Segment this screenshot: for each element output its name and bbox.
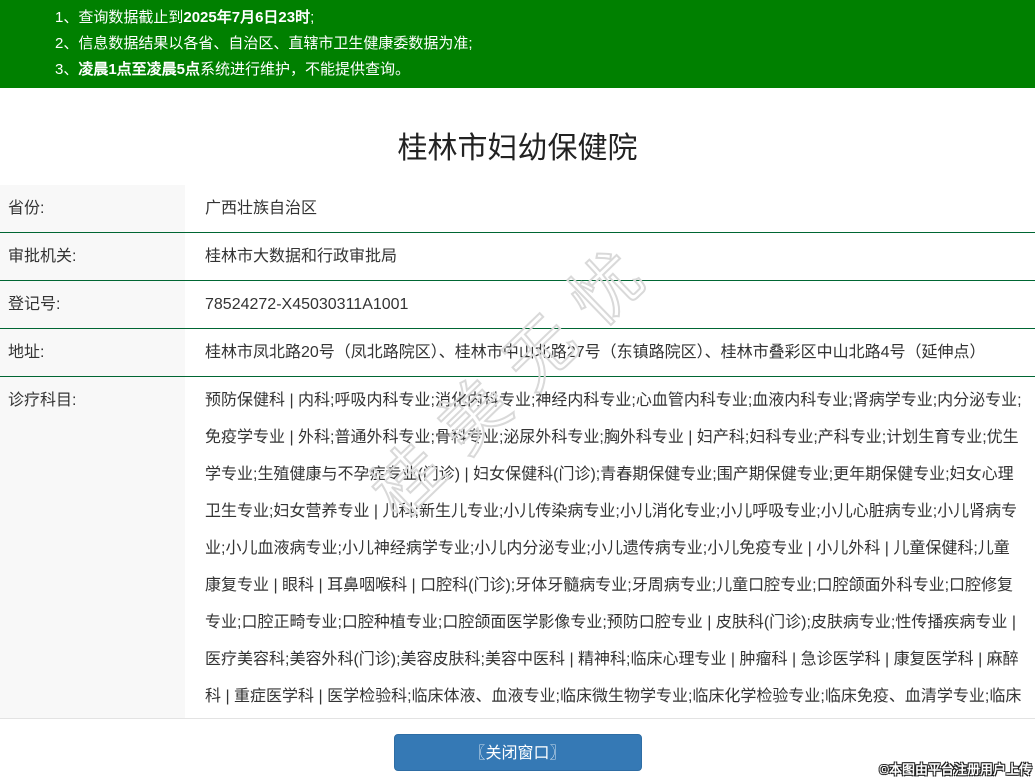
table-row-departments: 诊疗科目: 预防保健科 | 内科;呼吸内科专业;消化内科专业;神经内科专业;心血… — [0, 377, 1035, 718]
row-value-province: 广西壮族自治区 — [205, 200, 318, 217]
notice-1-post: ; — [310, 9, 315, 26]
table-row-province: 省份: 广西壮族自治区 — [0, 185, 1035, 233]
row-value-registration-number: 78524272-X45030311A1001 — [205, 296, 409, 313]
row-label-province: 省份: — [0, 185, 185, 232]
row-value-approval-authority: 桂林市大数据和行政审批局 — [205, 248, 398, 265]
notice-3-bold: 凌晨1点至凌晨5点 — [78, 61, 201, 78]
notice-line-1: 1、查询数据截止到2025年7月6日23时; — [55, 5, 1025, 31]
notice-line-2: 2、信息数据结果以各省、自治区、直辖市卫生健康委数据为准; — [55, 31, 1025, 57]
table-row-approval-authority: 审批机关: 桂林市大数据和行政审批局 — [0, 233, 1035, 281]
notice-3-num: 3、 — [55, 61, 79, 78]
hospital-info-table: 省份: 广西壮族自治区 审批机关: 桂林市大数据和行政审批局 登记号: 7852… — [0, 185, 1035, 719]
row-label-approval-authority: 审批机关: — [0, 233, 185, 280]
notice-banner: 1、查询数据截止到2025年7月6日23时; 2、信息数据结果以各省、自治区、直… — [0, 0, 1035, 88]
table-row-address: 地址: 桂林市凤北路20号（凤北路院区）、桂林市中山北路27号（东镇路院区）、桂… — [0, 329, 1035, 377]
notice-3-post: 系统进行维护，不能提供查询。 — [200, 61, 411, 78]
page-title: 桂林市妇幼保健院 — [397, 132, 638, 165]
row-value-address: 桂林市凤北路20号（凤北路院区）、桂林市中山北路27号（东镇路院区）、桂林市叠彩… — [205, 344, 986, 361]
row-label-registration-number: 登记号: — [0, 281, 185, 328]
row-value-departments: 预防保健科 | 内科;呼吸内科专业;消化内科专业;神经内科专业;心血管内科专业;… — [205, 392, 1022, 705]
notice-2-text: 信息数据结果以各省、自治区、直辖市卫生健康委数据为准; — [78, 35, 473, 52]
notice-2-num: 2、 — [55, 35, 79, 52]
row-label-departments: 诊疗科目: — [0, 377, 185, 718]
notice-1-text: 查询数据截止到 — [78, 9, 184, 26]
table-row-registration-number: 登记号: 78524272-X45030311A1001 — [0, 281, 1035, 329]
row-label-address: 地址: — [0, 329, 185, 376]
notice-1-num: 1、 — [55, 9, 79, 26]
close-window-button[interactable]: 〖关闭窗口〗 — [393, 734, 642, 771]
notice-1-bold: 2025年7月6日23时 — [183, 9, 311, 26]
notice-line-3: 3、凌晨1点至凌晨5点系统进行维护，不能提供查询。 — [55, 57, 1025, 83]
button-row: 〖关闭窗口〗 — [0, 734, 1035, 771]
